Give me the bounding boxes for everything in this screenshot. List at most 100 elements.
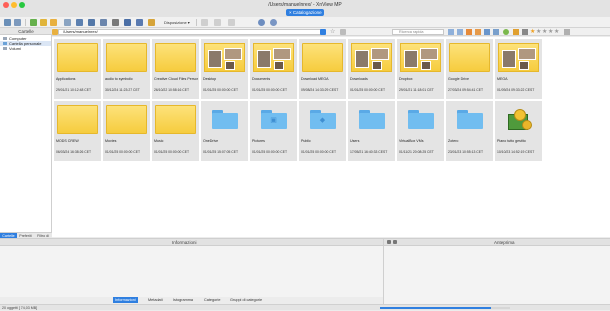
file-tile[interactable]: ▣ Pictures 01/01/25 00:00:00 CET <box>250 101 297 161</box>
file-tile[interactable]: Users 17/05/21 16:40:33 CEST <box>348 101 395 161</box>
folder-preview-icon <box>253 43 294 72</box>
tab-metadati[interactable]: Metadati <box>146 297 165 303</box>
delete-icon[interactable] <box>214 19 221 26</box>
folder-tree: Computer Cartella personale Volumi <box>0 35 52 232</box>
file-tile[interactable]: MEGA 01/09/24 09:33:22 CEST <box>495 39 542 99</box>
preview-options-icon[interactable] <box>393 240 397 244</box>
file-date: 01/01/25 00:00:00 CET <box>154 150 190 154</box>
file-thumbnail <box>350 41 393 74</box>
file-name: Download MEGA <box>301 77 329 81</box>
previous-icon[interactable] <box>466 29 472 35</box>
convert-icon[interactable] <box>124 19 131 26</box>
file-tile[interactable]: MODS CREW 06/03/24 16:38:26 CET <box>54 101 101 161</box>
browse-icon[interactable] <box>4 19 11 26</box>
file-tile[interactable]: Download MEGA 09/08/24 14:33:29 CEST <box>299 39 346 99</box>
rotate-icon[interactable] <box>100 19 107 26</box>
open-icon[interactable] <box>50 19 57 26</box>
app-window: /Users/manuelnrex/ - XnView MP × Catalog… <box>0 0 610 310</box>
filter-icon[interactable] <box>112 19 119 26</box>
bookmark-star-icon[interactable]: ☆ <box>330 28 335 36</box>
slideshow-icon[interactable] <box>136 19 143 26</box>
next-icon[interactable] <box>475 29 481 35</box>
file-tile[interactable]: Dropbox 29/01/21 11:18:01 CET <box>397 39 444 99</box>
file-name: MODS CREW <box>56 139 79 143</box>
tab-categorie[interactable]: Categorie <box>202 297 222 303</box>
cut-icon[interactable] <box>201 19 208 26</box>
blue-folder-icon <box>358 110 385 129</box>
sort-up-icon[interactable] <box>457 29 463 35</box>
tab-istogramma[interactable]: Istogramma <box>171 297 195 303</box>
rating-star-4-icon[interactable]: ★ <box>548 28 553 36</box>
history-icon[interactable] <box>340 29 346 35</box>
file-date: 29/01/21 10:12:48 CET <box>56 88 92 92</box>
file-tile[interactable]: Music 01/01/25 00:00:00 CET <box>152 101 199 161</box>
file-thumbnail <box>448 41 491 74</box>
path-input[interactable]: /Users/manuelnrex/ <box>58 29 324 35</box>
rating-star-5-icon[interactable]: ★ <box>554 28 559 36</box>
move-icon[interactable] <box>76 19 83 26</box>
file-thumbnail <box>497 41 540 74</box>
go-up-icon[interactable] <box>40 19 47 26</box>
file-tile[interactable]: Desktop 01/01/25 00:00:00 CET <box>201 39 248 99</box>
tab-informazioni[interactable]: Informazioni <box>113 297 138 303</box>
tag-icon[interactable] <box>228 19 235 26</box>
file-date: 01/09/24 09:33:22 CEST <box>497 88 535 92</box>
file-tile[interactable]: Creative Cloud Files Personal... 26/10/22… <box>152 39 199 99</box>
file-tile[interactable]: Documents 01/01/25 00:00:00 CET <box>250 39 297 99</box>
progress-fill <box>380 307 491 309</box>
file-tile[interactable]: audio to symbolic 30/12/24 11:23:27 CET <box>103 39 150 99</box>
panel-toggle-icon[interactable] <box>564 29 570 35</box>
sort-icon[interactable] <box>522 29 528 35</box>
thumbnail-view-icon[interactable] <box>484 29 490 35</box>
print-icon[interactable] <box>64 19 71 26</box>
file-tile[interactable]: VirtualBox VMs 01/11/21 20:08:25 CET <box>397 101 444 161</box>
quick-search-input[interactable]: Ricerca rapida <box>392 29 444 35</box>
file-thumbnail <box>56 41 99 74</box>
copy-icon[interactable] <box>88 19 95 26</box>
yellow-folder-icon <box>106 105 147 134</box>
view-dropdown[interactable]: Disposizione ▾ <box>164 19 190 26</box>
file-thumbnail <box>56 103 99 136</box>
yellow-folder-icon <box>57 43 98 72</box>
file-name: Music <box>154 139 164 143</box>
file-tile[interactable]: Piano tutto gestito 10/10/23 14:52:19 CES… <box>495 101 542 161</box>
rating-star-3-icon[interactable]: ★ <box>542 28 547 36</box>
tab-catalogazione[interactable]: × Catalogazione <box>286 9 324 16</box>
file-name: Google Drive <box>448 77 469 81</box>
color-label-icon[interactable] <box>503 29 509 35</box>
help-icon[interactable] <box>258 19 265 26</box>
toolbar-divider <box>25 19 26 26</box>
file-date: 01/01/25 15:07:05 CET <box>203 150 239 154</box>
fullscreen-icon[interactable] <box>14 19 21 26</box>
preview-close-icon[interactable] <box>387 240 391 244</box>
file-thumbnail <box>105 103 148 136</box>
filter-funnel-icon[interactable] <box>513 29 519 35</box>
tree-item-volumes[interactable]: Volumi <box>3 46 21 51</box>
file-tile[interactable]: Zotero 23/01/23 10:55:13 CET <box>446 101 493 161</box>
file-name: Zotero <box>448 139 459 143</box>
yellow-folder-icon <box>155 43 196 72</box>
file-tile[interactable]: Downloads 01/01/25 00:00:00 CET <box>348 39 395 99</box>
rating-star-2-icon[interactable]: ★ <box>536 28 541 36</box>
file-tile[interactable]: Google Drive 27/03/24 09:54:41 CET <box>446 39 493 99</box>
sort-down-icon[interactable] <box>448 29 454 35</box>
bottom-panel: Informazioni Anteprima Informazioni Meta… <box>0 238 610 305</box>
file-tile[interactable]: Movies 01/01/25 00:00:00 CET <box>103 101 150 161</box>
info-panel-body <box>0 246 383 297</box>
status-bar: 20 oggetti [ 74,03 MB] <box>0 304 610 310</box>
title-bar: /Users/manuelnrex/ - XnView MP × Catalog… <box>0 0 610 17</box>
info-icon[interactable] <box>270 19 277 26</box>
file-date: 30/12/24 11:23:27 CET <box>105 88 140 92</box>
rating-star-1-icon[interactable]: ★ <box>530 28 535 36</box>
list-view-icon[interactable] <box>493 29 499 35</box>
refresh-icon[interactable] <box>30 19 37 26</box>
settings-icon[interactable] <box>148 19 155 26</box>
file-thumbnail: ▣ <box>252 103 295 136</box>
file-date: 01/01/25 00:00:00 CET <box>350 88 386 92</box>
file-tile[interactable]: ◆ Public 01/01/25 00:00:00 CET <box>299 101 346 161</box>
tab-gruppi-categorie[interactable]: Gruppi di categorie <box>228 297 264 303</box>
file-thumbnail <box>399 103 442 136</box>
path-dropdown-icon[interactable] <box>320 29 326 35</box>
file-tile[interactable]: OneDrive 01/01/25 15:07:05 CET <box>201 101 248 161</box>
file-tile[interactable]: Applications 29/01/21 10:12:48 CET <box>54 39 101 99</box>
